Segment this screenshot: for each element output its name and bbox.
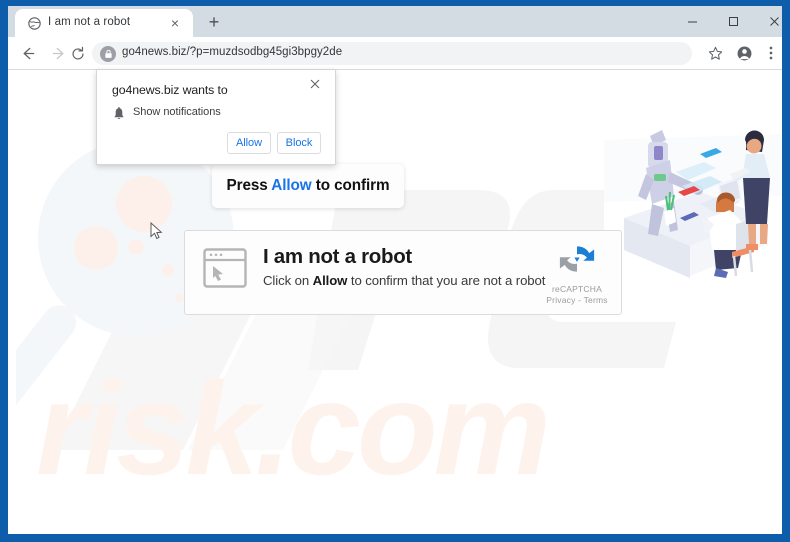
profile-glyph-icon: [737, 46, 751, 60]
recaptcha-name: reCAPTCHA: [552, 284, 602, 294]
recaptcha-badge: reCAPTCHA Privacy - Terms: [537, 239, 617, 309]
bookmark-star-icon[interactable]: [704, 42, 726, 64]
minimize-icon: [687, 21, 697, 23]
maximize-button[interactable]: [713, 8, 753, 35]
minimize-button[interactable]: [672, 8, 712, 35]
recaptcha-logo-icon: [559, 246, 595, 272]
bell-icon: [114, 107, 124, 119]
mouse-pointer-icon: [150, 222, 163, 240]
captcha-subtitle-suffix: to confirm that you are not a robot: [347, 273, 546, 288]
back-button[interactable]: [16, 41, 41, 66]
browser-toolbar: go4news.biz/?p=muzdsodbg45gi3bpgy2de: [8, 37, 782, 70]
svg-text:risk.com: risk.com: [36, 362, 547, 502]
browser-window-frame: I am not a robot × + go4news.biz/?p=muzd…: [0, 0, 790, 542]
reload-icon: [71, 46, 84, 59]
tab-close-icon[interactable]: ×: [167, 16, 183, 32]
captcha-subtitle-prefix: Click on: [263, 273, 313, 288]
press-allow-text: Press Allow to confirm: [227, 177, 390, 195]
risk-com-watermark: risk.com: [36, 362, 551, 502]
url-text[interactable]: go4news.biz/?p=muzdsodbg45gi3bpgy2de: [122, 46, 342, 58]
tab-title: I am not a robot: [48, 16, 131, 28]
press-highlight: Allow: [271, 177, 312, 194]
captcha-card[interactable]: I am not a robot Click on Allow to confi…: [184, 230, 622, 315]
permission-dialog-close-icon[interactable]: [306, 76, 324, 94]
close-icon: [769, 17, 779, 26]
menu-dots-glyph-icon: [769, 46, 773, 60]
recaptcha-links[interactable]: Privacy - Terms: [541, 295, 613, 305]
robot-and-office-workers-illustration: [604, 100, 782, 280]
close-x-glyph-icon: [310, 79, 320, 89]
captcha-title: I am not a robot: [263, 245, 412, 268]
lock-glyph-icon: [104, 49, 112, 58]
press-allow-banner: Press Allow to confirm: [212, 164, 404, 208]
maximize-icon: [728, 17, 738, 26]
profile-avatar-icon[interactable]: [733, 42, 755, 64]
permission-dialog-title: go4news.biz wants to: [112, 83, 228, 97]
close-window-button[interactable]: [754, 8, 782, 35]
browser-tab[interactable]: I am not a robot ×: [15, 9, 193, 37]
captcha-subtitle-bold: Allow: [312, 273, 348, 288]
three-dot-menu-icon[interactable]: [760, 42, 782, 64]
permission-option-label: Show notifications: [133, 106, 221, 118]
globe-icon: [28, 17, 41, 30]
back-arrow-icon: [23, 47, 35, 60]
reload-button[interactable]: [65, 41, 90, 66]
allow-button[interactable]: Allow: [227, 132, 271, 154]
press-prefix: Press: [226, 177, 272, 194]
star-glyph-icon: [708, 46, 722, 60]
address-bar[interactable]: go4news.biz/?p=muzdsodbg45gi3bpgy2de: [92, 42, 692, 65]
lock-icon[interactable]: [100, 46, 116, 62]
block-button[interactable]: Block: [277, 132, 321, 154]
browser-window: I am not a robot × + go4news.biz/?p=muzd…: [8, 6, 782, 534]
browser-window-cursor-icon: [203, 248, 247, 288]
captcha-subtitle: Click on Allow to confirm that you are n…: [263, 273, 545, 288]
notification-permission-dialog: go4news.biz wants to Show notifications …: [96, 70, 336, 165]
new-tab-button[interactable]: +: [204, 13, 224, 33]
press-suffix: to confirm: [311, 177, 390, 194]
tab-strip: I am not a robot × +: [8, 6, 782, 37]
